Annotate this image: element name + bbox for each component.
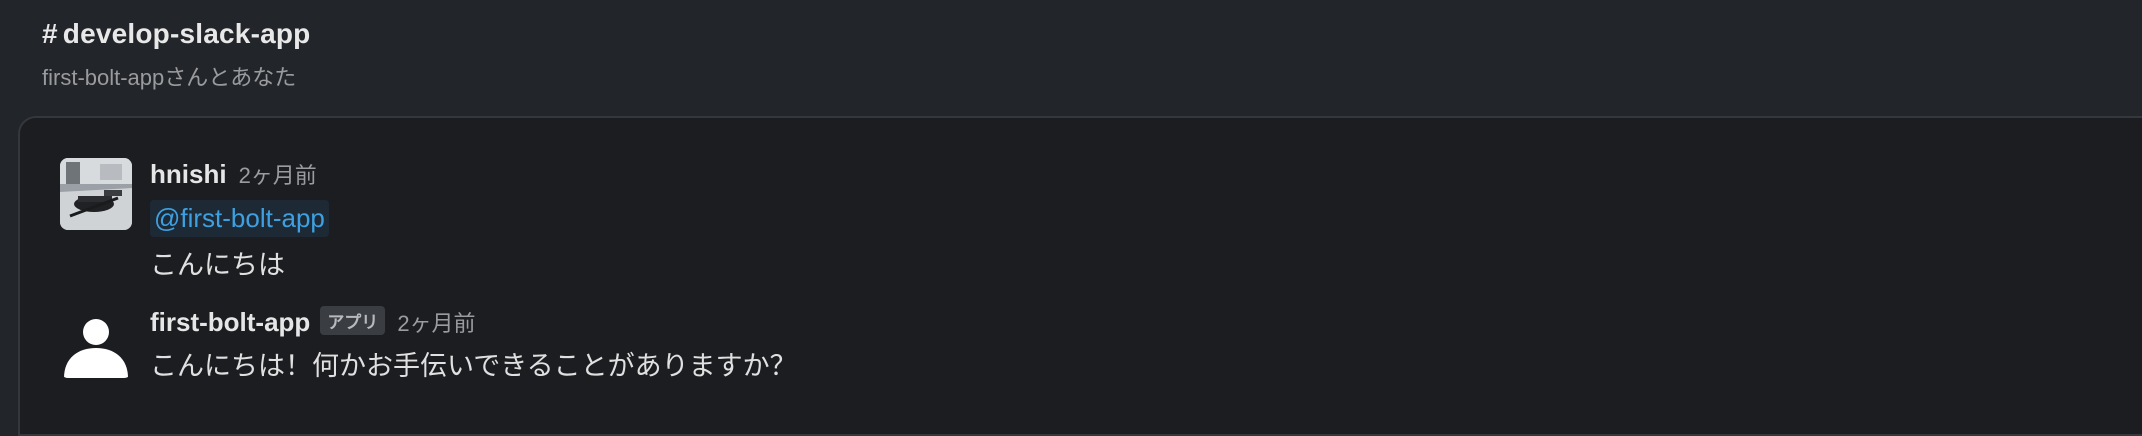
mention-link[interactable]: @first-bolt-app xyxy=(150,200,329,237)
message-text: こんにちは xyxy=(150,250,285,280)
app-badge: アプリ xyxy=(320,306,386,335)
message-meta: first-bolt-app アプリ 2ヶ月前 xyxy=(150,306,797,340)
default-user-icon xyxy=(64,319,128,378)
channel-members-text[interactable]: first-bolt-appさんとあなた xyxy=(42,60,310,92)
message-item[interactable]: hnishi 2ヶ月前 @first-bolt-app こんにちは xyxy=(60,158,329,282)
author-name[interactable]: hnishi xyxy=(150,159,227,190)
message-body: hnishi 2ヶ月前 @first-bolt-app こんにちは xyxy=(150,158,329,282)
message-text: こんにちは！何かお手伝いできることがありますか？ xyxy=(150,351,797,381)
message-body: first-bolt-app アプリ 2ヶ月前 こんにちは！何かお手伝いできるこ… xyxy=(150,306,797,383)
message-panel: hnishi 2ヶ月前 @first-bolt-app こんにちは first-… xyxy=(18,116,2142,436)
author-name[interactable]: first-bolt-app xyxy=(150,307,310,338)
timestamp[interactable]: 2ヶ月前 xyxy=(397,306,475,338)
channel-name: develop-slack-app xyxy=(62,18,311,49)
message-item[interactable]: first-bolt-app アプリ 2ヶ月前 こんにちは！何かお手伝いできるこ… xyxy=(60,306,797,383)
hash-icon: # xyxy=(42,18,58,49)
timestamp[interactable]: 2ヶ月前 xyxy=(239,158,317,190)
channel-header: # develop-slack-app first-bolt-appさんとあなた xyxy=(42,18,310,92)
channel-title[interactable]: # develop-slack-app xyxy=(42,18,310,50)
avatar[interactable] xyxy=(60,306,132,378)
message-meta: hnishi 2ヶ月前 xyxy=(150,158,329,192)
user-photo-icon xyxy=(60,158,132,230)
avatar[interactable] xyxy=(60,158,132,230)
